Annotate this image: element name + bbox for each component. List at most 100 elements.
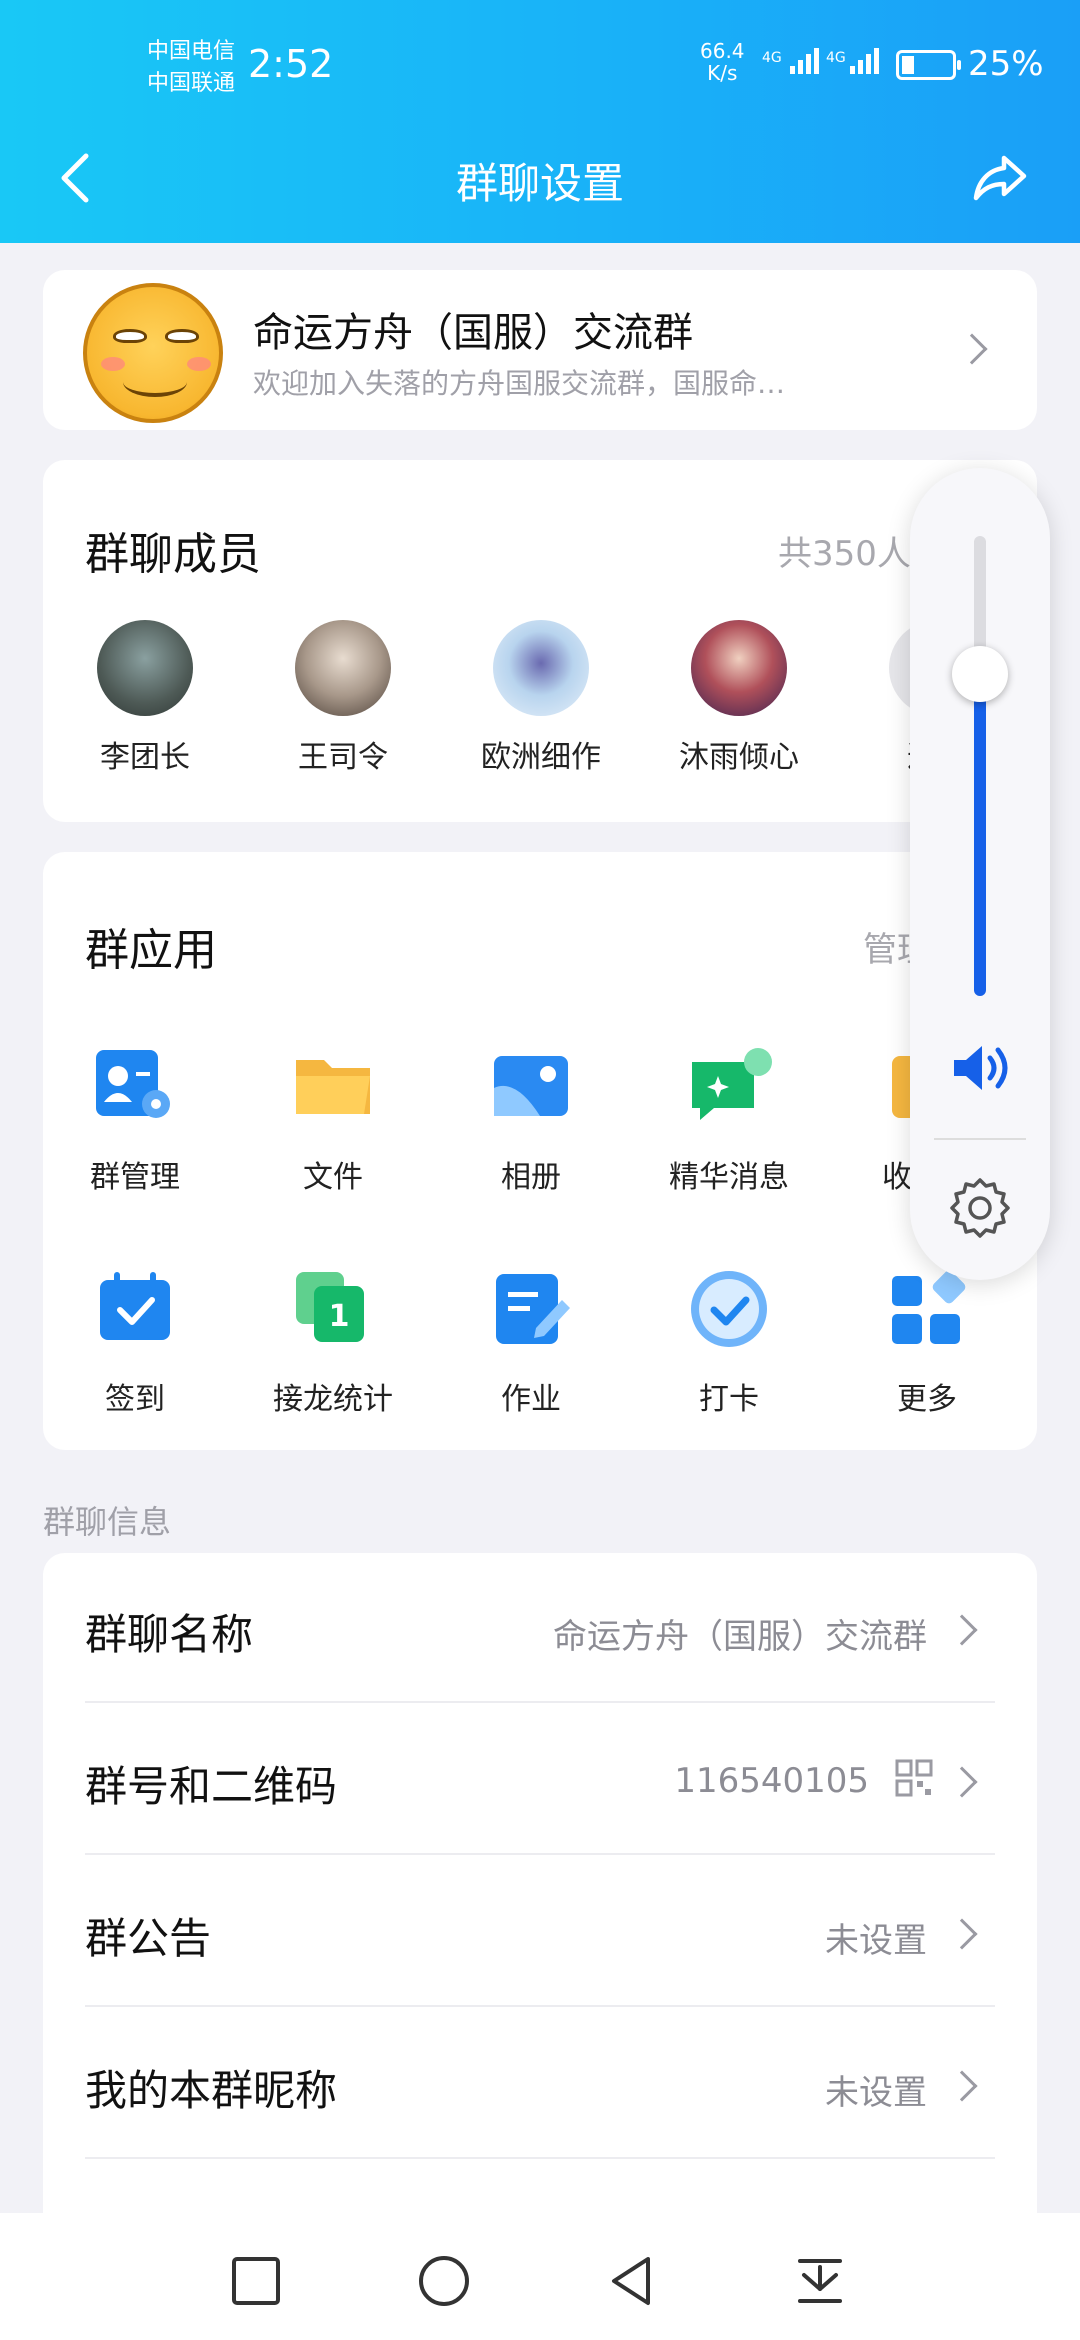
chevron-right-icon [946, 2070, 978, 2102]
back-triangle-icon[interactable] [604, 2253, 660, 2309]
qr-code-icon [895, 1759, 933, 1797]
signal-type-1: 4G [762, 50, 782, 66]
volume-slider-handle[interactable] [952, 646, 1008, 702]
svg-text:1: 1 [329, 1299, 350, 1334]
member-item[interactable]: 李团长 [65, 620, 225, 776]
homework-icon [496, 1274, 570, 1344]
members-title: 群聊成员 [85, 529, 261, 580]
calendar-check-icon [100, 1272, 170, 1340]
row-value: 未设置 [825, 2073, 927, 2113]
folder-icon [296, 1060, 370, 1114]
net-speed: 66.4 K/s [700, 40, 745, 84]
members-card: 群聊成员 共350人 李团长 王司令 欧洲细作 沐雨倾心 邀请 [43, 460, 1037, 822]
app-checkin[interactable]: 打卡 [639, 1264, 819, 1418]
member-name: 王司令 [298, 740, 388, 775]
app-group-manage[interactable]: 群管理 [45, 1042, 225, 1196]
group-description: 欢迎加入失落的方舟国服交流群，国服命… [253, 367, 786, 400]
chevron-right-icon [946, 1918, 978, 1950]
battery-icon [896, 50, 961, 80]
row-label: 群聊名称 [85, 1610, 254, 1659]
net-speed-unit: K/s [707, 61, 738, 85]
avatar-blush [187, 357, 211, 371]
apps-title: 群应用 [85, 925, 217, 976]
group-manage-icon [96, 1050, 170, 1118]
app-label: 精华消息 [669, 1160, 789, 1195]
page-title: 群聊设置 [455, 159, 624, 208]
member-name: 欧洲细作 [481, 740, 601, 775]
group-apps-card: 群应用 管理 群管理 文件 相册 精华消息 签到 1 接龙统计 作业 打卡 更多 [43, 852, 1037, 1450]
app-label: 更多 [897, 1382, 957, 1417]
signal-type-2: 4G [826, 50, 846, 66]
app-label: 接龙统计 [273, 1382, 393, 1417]
group-name: 命运方舟（国服）交流群 [253, 310, 693, 356]
nav-bar: 群聊设置 [0, 140, 1080, 220]
row-group-number-qr[interactable]: 群号和二维码 116540105 [85, 1705, 995, 1855]
member-avatar [295, 620, 391, 716]
app-essence[interactable]: 精华消息 [639, 1042, 819, 1196]
member-item[interactable]: 王司令 [263, 620, 423, 776]
carrier-2: 中国联通 [147, 71, 236, 96]
status-bar: 中国电信 中国联通 2:52 66.4 K/s 4G 4G 25% [0, 28, 1080, 108]
row-group-name[interactable]: 群聊名称 命运方舟（国服）交流群 [85, 1553, 995, 1703]
app-chain-stats[interactable]: 1 接龙统计 [243, 1264, 423, 1418]
row-my-nickname[interactable]: 我的本群昵称 未设置 [85, 2009, 995, 2159]
row-value: 116540105 [674, 1761, 869, 1801]
checkin-icon [691, 1271, 767, 1347]
share-icon[interactable] [970, 146, 1030, 206]
essence-icon [692, 1048, 772, 1120]
notification-pulldown-icon[interactable] [792, 2253, 848, 2309]
chevron-right-icon [956, 333, 988, 365]
home-icon[interactable] [416, 2253, 472, 2309]
net-speed-value: 66.4 [700, 39, 745, 63]
app-more[interactable]: 更多 [837, 1264, 1017, 1418]
row-label: 我的本群昵称 [85, 2066, 338, 2115]
info-section-title: 群聊信息 [43, 1503, 172, 1541]
recent-apps-icon[interactable] [228, 2253, 284, 2309]
app-label: 签到 [105, 1382, 165, 1417]
app-label: 作业 [501, 1382, 561, 1417]
row-announcement[interactable]: 群公告 未设置 [85, 1857, 995, 2007]
app-label: 群管理 [90, 1160, 180, 1195]
app-homework[interactable]: 作业 [441, 1264, 621, 1418]
app-signin[interactable]: 签到 [45, 1264, 225, 1418]
members-count[interactable]: 共350人 [778, 526, 911, 575]
group-profile-card[interactable]: 命运方舟（国服）交流群 欢迎加入失落的方舟国服交流群，国服命… [43, 270, 1037, 430]
album-icon [494, 1056, 568, 1116]
app-album[interactable]: 相册 [441, 1042, 621, 1196]
signal-bars-icon [790, 48, 819, 74]
chevron-right-icon [946, 1614, 978, 1646]
app-files[interactable]: 文件 [243, 1042, 423, 1196]
top-bar: 中国电信 中国联通 2:52 66.4 K/s 4G 4G 25% 群聊设置 [0, 0, 1080, 243]
row-value: 未设置 [825, 1921, 927, 1961]
clock: 2:52 [248, 42, 334, 86]
app-label: 相册 [501, 1160, 561, 1195]
member-name: 沐雨倾心 [679, 740, 799, 775]
system-nav-bar [0, 2213, 1080, 2340]
chevron-right-icon [946, 1766, 978, 1798]
row-value: 命运方舟（国服）交流群 [553, 1617, 927, 1657]
volume-panel [910, 468, 1050, 1280]
member-item[interactable]: 沐雨倾心 [659, 620, 819, 776]
carrier-1: 中国电信 [147, 39, 236, 64]
divider [934, 1138, 1026, 1140]
avatar-blush [101, 357, 125, 371]
group-info-card: 群聊名称 命运方舟（国服）交流群 群号和二维码 116540105 群公告 未设… [43, 1553, 1037, 2267]
avatar-mouth [123, 367, 187, 397]
volume-fill [974, 674, 986, 996]
speaker-icon[interactable] [948, 1038, 1018, 1098]
group-avatar [83, 283, 223, 423]
member-name: 李团长 [100, 740, 190, 775]
more-grid-icon [892, 1270, 966, 1344]
row-label: 群公告 [85, 1914, 212, 1963]
avatar-eye [113, 329, 147, 343]
carrier-info: 中国电信 中国联通 [147, 36, 235, 100]
signal-bars-icon [850, 48, 879, 74]
member-item[interactable]: 欧洲细作 [461, 620, 621, 776]
battery-percent: 25% [968, 44, 1044, 84]
member-avatar [493, 620, 589, 716]
gear-icon[interactable] [948, 1176, 1012, 1240]
row-label: 群号和二维码 [85, 1762, 338, 1811]
chain-icon: 1 [296, 1272, 364, 1342]
member-avatar [691, 620, 787, 716]
member-avatar [97, 620, 193, 716]
